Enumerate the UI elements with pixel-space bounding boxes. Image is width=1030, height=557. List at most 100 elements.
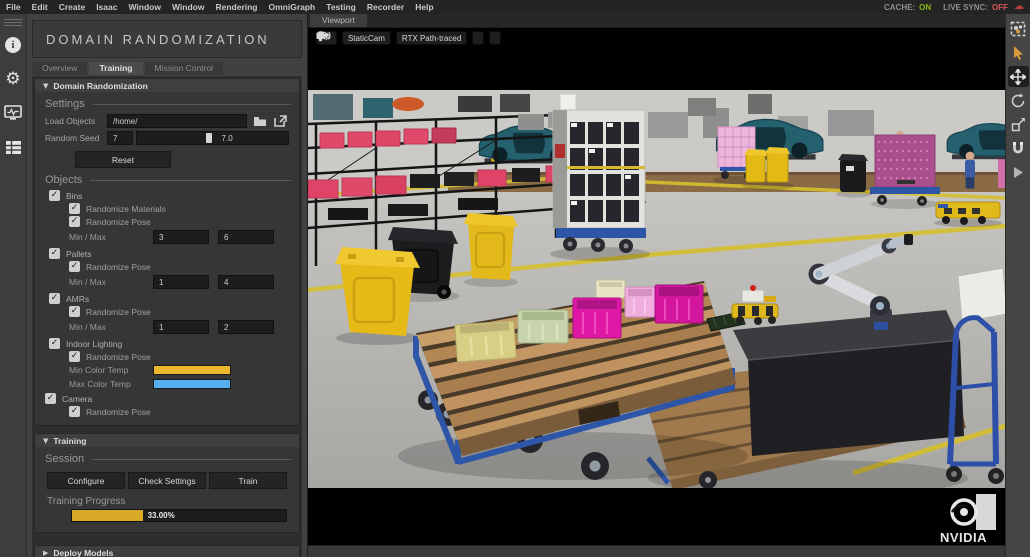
bins-min-input[interactable]: 3 [153,230,209,244]
scene-worker [965,152,975,189]
bins-randomize-materials-row: ✓ Randomize Materials [69,203,289,214]
gear-icon[interactable]: ⚙ [0,62,27,96]
menu-window-2[interactable]: Window [172,2,205,12]
camera-selector-button[interactable]: StaticCam [342,31,391,45]
menu-omnigraph[interactable]: OmniGraph [269,2,316,12]
cursor-icon[interactable] [1008,42,1029,63]
info-icon[interactable]: i [0,28,27,62]
bottom-status-strip [308,545,1005,557]
amrs-min-input[interactable]: 1 [153,320,209,334]
tab-training[interactable]: Training [89,62,142,75]
pallets-minmax-row: Min / Max 1 4 [69,275,289,289]
configure-button[interactable]: Configure [47,472,125,489]
reset-button[interactable]: Reset [75,151,171,168]
section-domain-randomization: ▼ Domain Randomization Settings Load Obj… [34,78,300,426]
scale-tool-icon[interactable] [1008,114,1029,135]
panel-content: ▼ Domain Randomization Settings Load Obj… [32,76,302,557]
session-buttons: Configure Check Settings Train [47,472,287,489]
bins-randomize-pose-checkbox[interactable]: ✓ [69,216,80,227]
viewport[interactable]: ⚙ StaticCam RTX Path [308,28,1005,545]
select-marquee-icon[interactable] [1008,18,1029,39]
amrs-randomize-pose-checkbox[interactable]: ✓ [69,306,80,317]
bins-randomize-materials-checkbox[interactable]: ✓ [69,203,80,214]
bins-max-input[interactable]: 6 [218,230,274,244]
amrs-max-input[interactable]: 2 [218,320,274,334]
tab-overview[interactable]: Overview [32,62,87,75]
amrs-checkbox[interactable]: ✓ [49,293,60,304]
settings-title: Settings [45,98,291,110]
lighting-randomize-pose-row: ✓ Randomize Pose [69,351,289,362]
min-color-temp-swatch[interactable] [153,365,231,375]
bins-checkbox[interactable]: ✓ [49,190,60,201]
max-color-temp-swatch[interactable] [153,379,231,389]
tab-viewport[interactable]: Viewport [310,14,367,27]
cloud-sync-icon[interactable]: ☁ [1014,2,1024,12]
check-settings-button[interactable]: Check Settings [128,472,206,489]
random-seed-label: Random Seed [45,133,107,143]
camera-randomize-pose-row: ✓ Randomize Pose [69,406,289,417]
menu-recorder[interactable]: Recorder [367,2,404,12]
monitor-graph-icon[interactable] [0,96,27,130]
menu-window-1[interactable]: Window [128,2,161,12]
train-button[interactable]: Train [209,472,287,489]
load-objects-row: Load Objects /home/ [45,114,289,128]
slider-handle[interactable] [206,133,212,143]
random-seed-input[interactable]: 7 [107,131,133,145]
camera-row: ✓ Camera [45,393,289,404]
scene-amr-robot [934,202,1002,227]
camera-randomize-pose-checkbox[interactable]: ✓ [69,406,80,417]
pallets-min-input[interactable]: 1 [153,275,209,289]
indoor-lighting-checkbox[interactable]: ✓ [49,338,60,349]
panel-drag-handle[interactable] [4,17,22,28]
bins-minmax-row: Min / Max 3 6 [69,230,289,244]
session-title: Session [45,453,291,465]
training-progress-label: Training Progress [47,496,289,507]
section-label: Domain Randomization [53,81,147,91]
deploy-models-collapse[interactable]: ▶ Deploy Models [35,546,299,557]
section-training: ▼ Training Session Configure Check Setti… [34,433,300,533]
renderer-selector-button[interactable]: RTX Path-traced [396,31,467,45]
play-icon[interactable] [1008,162,1029,183]
physics-signal-button[interactable] [489,31,501,45]
bins-row: ✓ Bins [49,190,289,201]
menu-rendering[interactable]: Rendering [215,2,257,12]
collapse-open-icon: ▼ [43,82,48,90]
random-seed-row: Random Seed 7 7.0 [45,131,289,145]
max-color-temp-row: Max Color Temp [69,379,289,389]
amrs-randomize-pose-row: ✓ Randomize Pose [69,306,289,317]
pallets-checkbox[interactable]: ✓ [49,248,60,259]
camera-checkbox[interactable]: ✓ [45,393,56,404]
pallets-row: ✓ Pallets [49,248,289,259]
amrs-row: ✓ AMRs [49,293,289,304]
section-deploy-models: ▶ Deploy Models [34,545,300,557]
progress-fill [72,510,143,521]
folder-icon[interactable] [251,114,268,128]
menu-create[interactable]: Create [59,2,85,12]
pallets-max-input[interactable]: 4 [218,275,274,289]
lighting-randomize-pose-checkbox[interactable]: ✓ [69,351,80,362]
collapse-closed-icon: ▶ [43,549,48,557]
menu-edit[interactable]: Edit [32,2,48,12]
pallets-randomize-pose-checkbox[interactable]: ✓ [69,261,80,272]
viewport-toolbar: ⚙ StaticCam RTX Path [316,31,501,45]
load-objects-input[interactable]: /home/ [107,114,247,128]
menu-testing[interactable]: Testing [326,2,356,12]
slider-value: 7.0 [222,132,233,145]
rotate-tool-icon[interactable] [1008,90,1029,111]
menu-help[interactable]: Help [415,2,433,12]
tab-mission-control[interactable]: Mission Control [145,62,224,75]
menu-file[interactable]: File [6,2,21,12]
live-sync-status: OFF [992,3,1008,12]
snap-magnet-icon[interactable] [1008,138,1029,159]
table-icon[interactable] [0,130,27,164]
random-seed-slider[interactable]: 7.0 [136,131,289,145]
viewport-scene[interactable]: NVIDIA [308,28,1005,545]
domain-randomization-collapse[interactable]: ▼ Domain Randomization [35,79,299,92]
move-tool-icon[interactable] [1008,66,1029,87]
training-collapse[interactable]: ▼ Training [35,434,299,447]
open-external-icon[interactable] [272,114,289,128]
collapse-open-icon: ▼ [43,437,48,445]
indoor-lighting-row: ✓ Indoor Lighting [49,338,289,349]
visibility-eye-button[interactable] [472,31,484,45]
menu-isaac[interactable]: Isaac [96,2,117,12]
